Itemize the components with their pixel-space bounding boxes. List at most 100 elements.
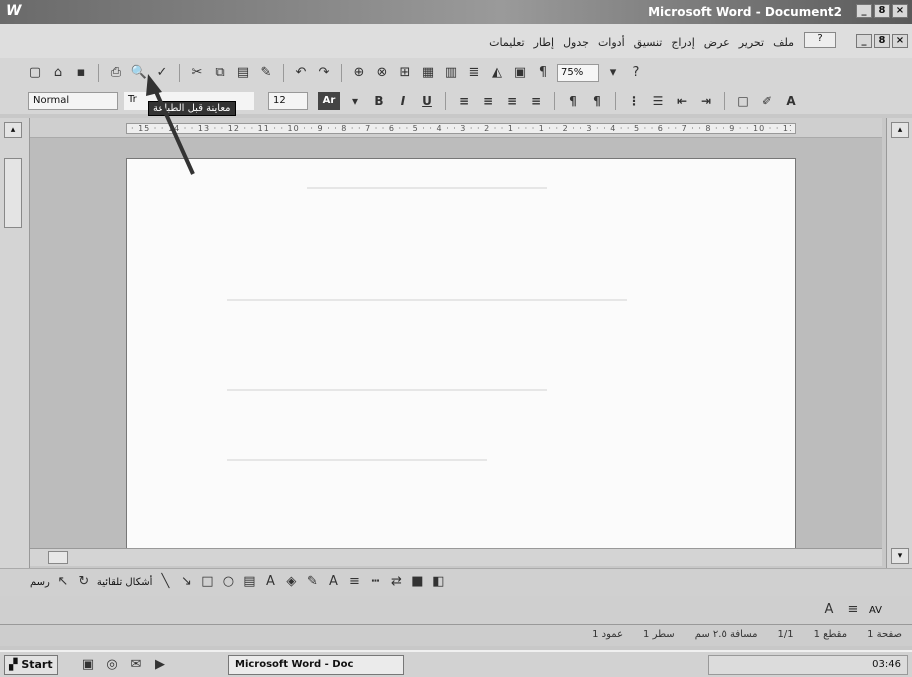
close-button[interactable]: × [892, 4, 908, 18]
line-color-icon[interactable]: ✎ [304, 574, 320, 590]
document-window-controls: _ 8 × [856, 34, 908, 48]
horizontal-ruler[interactable]: · 15 · · 14 · · 13 · · 12 · · 11 · · 10 … [30, 118, 882, 138]
horizontal-scrollbar[interactable] [30, 548, 882, 566]
autoshapes-menu[interactable]: أشكال تلقائية [97, 577, 153, 588]
document-page[interactable] [126, 158, 796, 548]
numbering-icon[interactable]: ⋮ [625, 92, 643, 110]
text-box-icon[interactable]: ▤ [241, 574, 257, 590]
minimize-button[interactable]: _ [856, 4, 872, 18]
ltr-paragraph-icon[interactable]: ¶ [588, 92, 606, 110]
menu-help[interactable]: تعليمات [489, 36, 524, 49]
character-spacing-button[interactable]: AV [869, 605, 882, 616]
decrease-indent-icon[interactable]: ⇤ [673, 92, 691, 110]
start-button[interactable]: ▞ Start [4, 655, 58, 675]
menu-insert[interactable]: إدراج [671, 36, 694, 49]
doc-maximize-button[interactable]: 8 [874, 34, 890, 48]
bold-button[interactable]: B [370, 92, 388, 110]
italic-button[interactable]: I [394, 92, 412, 110]
border-icon[interactable]: □ [734, 92, 752, 110]
highlight-icon[interactable]: ✐ [758, 92, 776, 110]
browser-icon[interactable]: ◎ [104, 657, 120, 673]
underline-button[interactable]: U [418, 92, 436, 110]
save-icon[interactable]: ▪ [72, 64, 90, 82]
menu-file[interactable]: ملف [773, 36, 794, 49]
copy-icon[interactable]: ⧉ [211, 64, 229, 82]
align-icon[interactable]: ≡ [845, 602, 861, 618]
undo-icon[interactable]: ↶ [292, 64, 310, 82]
tables-borders-icon[interactable]: ⊞ [396, 64, 414, 82]
3d-icon[interactable]: ◧ [430, 574, 446, 590]
status-col: عمود 1 [592, 629, 624, 640]
justify-icon[interactable]: ≡ [527, 92, 545, 110]
chevron-up-icon[interactable]: ▴ [4, 122, 22, 138]
fill-color-icon[interactable]: ◈ [283, 574, 299, 590]
media-icon[interactable]: ▶ [152, 657, 168, 673]
open-folder-icon[interactable]: ⌂ [49, 64, 67, 82]
rectangle-icon[interactable]: □ [199, 574, 215, 590]
format-painter-icon[interactable]: ✎ [257, 64, 275, 82]
align-right-icon[interactable]: ≡ [455, 92, 473, 110]
office-assistant-icon[interactable]: ? [627, 64, 645, 82]
increase-indent-icon[interactable]: ⇥ [697, 92, 715, 110]
menu-frame[interactable]: إطار [534, 36, 554, 49]
menu-format[interactable]: تنسيق [634, 36, 663, 49]
oval-icon[interactable]: ○ [220, 574, 236, 590]
insert-table-icon[interactable]: ▦ [419, 64, 437, 82]
draw-menu[interactable]: رسم [30, 577, 50, 588]
word-task-button[interactable]: Microsoft Word - Doc [228, 655, 404, 675]
outlook-icon[interactable]: ✉ [128, 657, 144, 673]
spelling-icon[interactable]: ✓ [153, 64, 171, 82]
title-bar: W Microsoft Word - Document2 _ 8 × [0, 0, 912, 24]
shadow-icon[interactable]: ■ [409, 574, 425, 590]
vertical-scrollbar[interactable]: ▴ ▾ [886, 118, 912, 570]
chevron-down-icon[interactable]: ▾ [346, 92, 364, 110]
chevron-up-icon[interactable]: ▴ [891, 122, 909, 138]
hyperlink-icon[interactable]: ⊕ [350, 64, 368, 82]
insert-excel-icon[interactable]: ▥ [442, 64, 460, 82]
align-left-icon[interactable]: ≡ [503, 92, 521, 110]
document-map-icon[interactable]: ▣ [511, 64, 529, 82]
arrow-style-icon[interactable]: ⇄ [388, 574, 404, 590]
show-hide-icon[interactable]: ¶ [534, 64, 552, 82]
font-size-dropdown[interactable]: 12 [268, 92, 308, 110]
menu-edit[interactable]: تحرير [739, 36, 764, 49]
line-style-icon[interactable]: ≡ [346, 574, 362, 590]
desktop-icon[interactable]: ▣ [80, 657, 96, 673]
line-icon[interactable]: ╲ [157, 574, 173, 590]
menu-table[interactable]: جدول [563, 36, 589, 49]
rtl-paragraph-icon[interactable]: ¶ [564, 92, 582, 110]
word-app-icon[interactable]: W [6, 3, 24, 21]
help-question-box[interactable]: ? [804, 32, 836, 48]
horizontal-scroll-thumb[interactable] [48, 551, 68, 564]
chevron-down-icon[interactable]: ▾ [891, 548, 909, 564]
font-color-icon[interactable]: A [325, 574, 341, 590]
maximize-button[interactable]: 8 [874, 4, 890, 18]
menu-tools[interactable]: أدوات [598, 36, 625, 49]
free-rotate-icon[interactable]: ↻ [76, 574, 92, 590]
columns-icon[interactable]: ≣ [465, 64, 483, 82]
redo-icon[interactable]: ↷ [315, 64, 333, 82]
chevron-down-icon[interactable]: ▾ [604, 64, 622, 82]
paste-icon[interactable]: ▤ [234, 64, 252, 82]
print-preview-icon[interactable]: 🔍 [130, 64, 148, 82]
new-document-icon[interactable]: ▢ [26, 64, 44, 82]
doc-close-button[interactable]: × [892, 34, 908, 48]
arrow-icon[interactable]: ↘ [178, 574, 194, 590]
wordart-icon[interactable]: A [262, 574, 278, 590]
dash-style-icon[interactable]: ┅ [367, 574, 383, 590]
cut-icon[interactable]: ✂ [188, 64, 206, 82]
left-scroll-thumb[interactable] [4, 158, 22, 228]
style-dropdown[interactable]: Normal [28, 92, 118, 110]
drawing-icon[interactable]: ◭ [488, 64, 506, 82]
web-toolbar-icon[interactable]: ⊗ [373, 64, 391, 82]
menu-view[interactable]: عرض [704, 36, 730, 49]
select-objects-icon[interactable]: ↖ [55, 574, 71, 590]
wordart-icon[interactable]: A [821, 602, 837, 618]
arabic-language-button[interactable]: Ar [318, 92, 340, 110]
font-color-icon[interactable]: A [782, 92, 800, 110]
doc-minimize-button[interactable]: _ [856, 34, 872, 48]
zoom-dropdown[interactable]: 75% [557, 64, 599, 82]
align-center-icon[interactable]: ≡ [479, 92, 497, 110]
bullets-icon[interactable]: ☰ [649, 92, 667, 110]
print-icon[interactable]: ⎙ [107, 64, 125, 82]
